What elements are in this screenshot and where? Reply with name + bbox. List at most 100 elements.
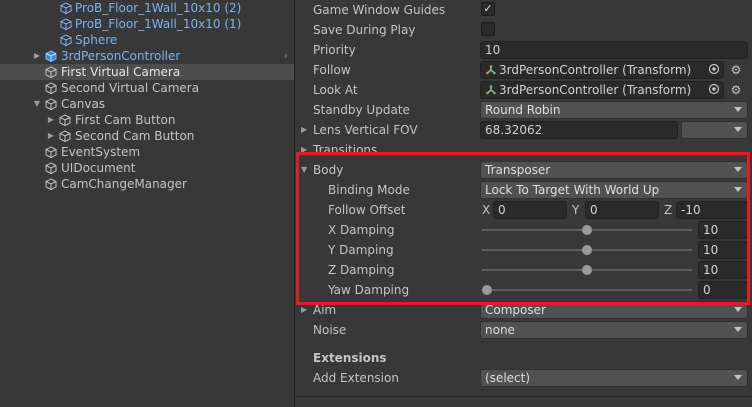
- expand-arrow-icon[interactable]: ▶: [46, 128, 56, 144]
- look-at-object-field[interactable]: 3rdPersonController (Transform): [480, 81, 724, 99]
- collapse-arrow-icon[interactable]: ▼: [32, 96, 42, 112]
- standby-update-dropdown[interactable]: Round Robin: [480, 101, 748, 119]
- aim-label[interactable]: Aim: [313, 300, 336, 320]
- game-window-guides-row: Game Window Guides ✓: [295, 0, 752, 20]
- standby-update-value: Round Robin: [485, 103, 561, 117]
- hierarchy-item-second-virtual-camera[interactable]: Second Virtual Camera: [0, 80, 294, 96]
- yaw-damping-slider-handle[interactable]: [482, 285, 492, 295]
- save-during-play-checkbox[interactable]: [481, 22, 495, 36]
- prefab-cube-filled-icon: [45, 50, 57, 62]
- x-damping-field[interactable]: 10: [698, 221, 748, 239]
- expand-arrow-icon[interactable]: ▶: [46, 112, 56, 128]
- priority-field[interactable]: 10: [480, 41, 748, 59]
- lens-vertical-fov-field[interactable]: 68.32062: [480, 121, 678, 139]
- save-during-play-label: Save During Play: [313, 23, 416, 37]
- extensions-header: Extensions: [313, 351, 387, 365]
- add-extension-value: (select): [485, 371, 531, 385]
- noise-dropdown[interactable]: none: [480, 321, 748, 339]
- y-damping-slider-handle[interactable]: [582, 245, 592, 255]
- hierarchy-item-uidocument[interactable]: UIDocument: [0, 160, 294, 176]
- yaw-damping-label: Yaw Damping: [328, 283, 410, 297]
- gameobject-cube-icon: [45, 178, 57, 190]
- follow-value: 3rdPersonController (Transform): [499, 63, 692, 77]
- prefab-cube-icon: [60, 34, 72, 46]
- hierarchy-item-eventsystem[interactable]: EventSystem: [0, 144, 294, 160]
- yaw-damping-field[interactable]: 0: [698, 281, 748, 299]
- follow-offset-row: Follow Offset X 0 Y 0 Z -10: [295, 200, 752, 220]
- gear-icon[interactable]: ⚙: [728, 61, 744, 79]
- body-label[interactable]: Body: [313, 160, 343, 180]
- hierarchy-item-label: Second Cam Button: [75, 129, 195, 143]
- hierarchy-item-second-cam-button[interactable]: ▶ Second Cam Button: [0, 128, 294, 144]
- look-at-value: 3rdPersonController (Transform): [499, 83, 692, 97]
- hierarchy-item-label: ProB_Floor_1Wall_10x10 (1): [75, 17, 242, 31]
- look-at-label: Look At: [313, 83, 358, 97]
- hierarchy-item-floor-2[interactable]: ProB_Floor_1Wall_10x10 (2): [0, 0, 294, 16]
- transform-icon: [486, 85, 496, 95]
- hierarchy-item-label: Second Virtual Camera: [61, 81, 200, 95]
- z-damping-slider-handle[interactable]: [582, 265, 592, 275]
- hierarchy-item-label: UIDocument: [61, 161, 136, 175]
- hierarchy-item-sphere[interactable]: Sphere: [0, 32, 294, 48]
- collapse-arrow-icon[interactable]: ▼: [301, 160, 307, 180]
- y-axis-label[interactable]: Y: [572, 200, 579, 220]
- object-picker-icon[interactable]: [708, 63, 720, 75]
- lens-preset-dropdown[interactable]: [681, 121, 748, 139]
- expand-arrow-icon[interactable]: ▶: [301, 120, 307, 140]
- body-row: ▼ Body Transposer: [295, 160, 752, 180]
- follow-offset-z-field[interactable]: -10: [676, 201, 748, 219]
- hierarchy-item-first-cam-button[interactable]: ▶ First Cam Button: [0, 112, 294, 128]
- z-damping-field[interactable]: 10: [698, 261, 748, 279]
- transitions-label[interactable]: Transitions: [313, 140, 377, 152]
- y-damping-field[interactable]: 10: [698, 241, 748, 259]
- z-axis-label[interactable]: Z: [664, 200, 672, 220]
- follow-offset-x-field[interactable]: 0: [493, 201, 567, 219]
- body-dropdown[interactable]: Transposer: [480, 161, 748, 179]
- lens-vertical-fov-label[interactable]: Lens Vertical FOV: [313, 120, 418, 140]
- expand-arrow-icon[interactable]: ▶: [301, 300, 307, 320]
- binding-mode-row: Binding Mode Lock To Target With World U…: [295, 180, 752, 200]
- dropdown-arrow-icon: [734, 187, 742, 192]
- hierarchy-item-label: First Cam Button: [75, 113, 176, 127]
- hierarchy-item-floor-1[interactable]: ProB_Floor_1Wall_10x10 (1): [0, 16, 294, 32]
- aim-row: ▶ Aim Composer: [295, 300, 752, 320]
- priority-row: Priority 10: [295, 40, 752, 60]
- expand-arrow-icon[interactable]: ▶: [32, 48, 42, 64]
- expand-arrow-icon[interactable]: ▶: [301, 140, 307, 152]
- x-axis-label[interactable]: X: [482, 200, 490, 220]
- gear-icon[interactable]: ⚙: [728, 81, 744, 99]
- follow-offset-y-field[interactable]: 0: [585, 201, 659, 219]
- object-picker-icon[interactable]: [708, 83, 720, 95]
- hierarchy-item-first-virtual-camera[interactable]: First Virtual Camera: [0, 64, 294, 80]
- x-damping-slider-handle[interactable]: [582, 225, 592, 235]
- gameobject-cube-icon: [45, 98, 57, 110]
- noise-value: none: [485, 323, 515, 337]
- lens-vertical-fov-row: ▶ Lens Vertical FOV 68.32062: [295, 120, 752, 140]
- add-extension-label: Add Extension: [313, 371, 399, 385]
- hierarchy-item-canvas[interactable]: ▼ Canvas: [0, 96, 294, 112]
- save-during-play-row: Save During Play: [295, 20, 752, 40]
- transform-icon: [486, 65, 496, 75]
- x-damping-label: X Damping: [328, 223, 395, 237]
- binding-mode-value: Lock To Target With World Up: [485, 183, 660, 197]
- dropdown-arrow-icon: [734, 127, 742, 132]
- gameobject-cube-icon: [45, 66, 57, 78]
- hierarchy-item-label: Sphere: [75, 33, 118, 47]
- gameobject-cube-icon: [45, 82, 57, 94]
- add-extension-dropdown[interactable]: (select): [480, 369, 748, 387]
- follow-object-field[interactable]: 3rdPersonController (Transform): [480, 61, 724, 79]
- y-damping-row: Y Damping 10: [295, 240, 752, 260]
- game-window-guides-checkbox[interactable]: ✓: [481, 2, 495, 16]
- x-damping-row: X Damping 10: [295, 220, 752, 240]
- dropdown-arrow-icon: [734, 167, 742, 172]
- binding-mode-dropdown[interactable]: Lock To Target With World Up: [480, 181, 748, 199]
- hierarchy-item-label: Canvas: [61, 97, 106, 111]
- binding-mode-label: Binding Mode: [328, 183, 410, 197]
- chevron-right-icon[interactable]: ›: [284, 48, 288, 64]
- hierarchy-item-label: CamChangeManager: [61, 177, 187, 191]
- follow-row: Follow 3rdPersonController (Transform) ⚙: [295, 60, 752, 80]
- aim-dropdown[interactable]: Composer: [480, 301, 748, 319]
- yaw-damping-slider-track[interactable]: [482, 289, 692, 291]
- hierarchy-item-3rdpersoncontroller[interactable]: ▶ 3rdPersonController ›: [0, 48, 294, 64]
- hierarchy-item-camchangemanager[interactable]: CamChangeManager: [0, 176, 294, 192]
